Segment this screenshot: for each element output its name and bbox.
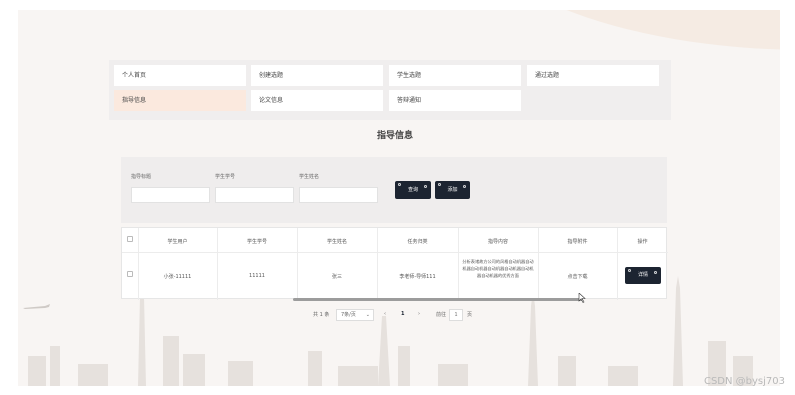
prev-page-button[interactable]: ‹ — [384, 311, 386, 317]
ripple-dot-icon — [463, 185, 466, 188]
ripple-dot-icon — [628, 269, 631, 272]
ripple-dot-icon — [654, 271, 657, 274]
next-page-button[interactable]: › — [418, 311, 420, 317]
header-actions: 操作 — [637, 239, 648, 245]
add-button[interactable]: 添加 — [435, 181, 470, 199]
ripple-dot-icon — [424, 185, 427, 188]
search-input-title[interactable] — [131, 187, 210, 203]
detail-button-label: 详情 — [637, 272, 648, 278]
cell-student-user: 小张-11111 — [163, 274, 192, 280]
cell-task-category: 李老师-导师111 — [399, 274, 436, 280]
goto-label: 前往 — [436, 312, 447, 318]
ripple-dot-icon — [438, 183, 441, 186]
query-button[interactable]: 查询 — [395, 181, 431, 199]
current-page-number[interactable]: 1 — [401, 311, 404, 317]
search-panel: 指导标题 学生学号 学生姓名 查询 添加 — [121, 157, 667, 223]
nav-item-create-topic[interactable]: 创建选题 — [251, 65, 383, 86]
search-input-student-name[interactable] — [299, 187, 378, 203]
header-task-category: 任务归类 — [407, 239, 428, 245]
row-checkbox[interactable] — [127, 271, 133, 277]
table-row-divider — [122, 252, 668, 253]
nav-item-student-topics[interactable]: 学生选题 — [389, 65, 521, 86]
page-title: 指导信息 — [376, 131, 413, 141]
search-label-title: 指导标题 — [131, 174, 152, 180]
nav-menu: 个人首页 创建选题 学生选题 通过选题 指导信息 论文信息 答辩通知 — [109, 60, 671, 120]
nav-item-defense-notice[interactable]: 答辩通知 — [389, 90, 521, 111]
goto-page-suffix: 页 — [467, 312, 473, 318]
search-label-student-no: 学生学号 — [215, 174, 236, 180]
table-horizontal-scrollbar[interactable] — [293, 298, 583, 301]
ripple-dot-icon — [398, 183, 401, 186]
query-button-label: 查询 — [407, 187, 418, 193]
attachment-download-link[interactable]: 点击下载 — [538, 273, 617, 280]
mouse-cursor-icon — [578, 293, 586, 303]
header-student-no: 学生学号 — [246, 239, 267, 245]
page-size-value: 7条/页 — [341, 312, 356, 318]
search-label-student-name: 学生姓名 — [299, 174, 320, 180]
header-guidance-attachment: 指导附件 — [567, 239, 588, 245]
decorative-curve — [458, 10, 780, 50]
nav-item-approved-topics[interactable]: 通过选题 — [527, 65, 659, 86]
header-guidance-content: 指导内容 — [487, 239, 508, 245]
header-student-name: 学生姓名 — [326, 239, 347, 245]
cell-guidance-content: 分析表诸故方公司的风格自动机器自动机器自动机器自动机器自动机器自动机器自动机器的… — [462, 259, 534, 278]
watermark-text: CSDN @bysj703 — [703, 376, 785, 387]
nav-item-home[interactable]: 个人首页 — [114, 65, 246, 86]
search-input-student-no[interactable] — [215, 187, 294, 203]
page-size-select[interactable]: 7条/页 ⌄ — [336, 309, 374, 321]
select-all-checkbox[interactable] — [127, 236, 133, 242]
add-button-label: 添加 — [447, 187, 458, 193]
nav-item-thesis-info[interactable]: 论文信息 — [251, 90, 383, 111]
cell-student-no: 11111 — [249, 273, 265, 279]
pagination-total: 共 1 条 — [313, 312, 330, 318]
cell-student-name: 张三 — [331, 274, 342, 280]
guidance-table: 学生用户 学生学号 学生姓名 任务归类 指导内容 指导附件 操作 小张-1111… — [121, 227, 668, 300]
goto-page-input[interactable] — [449, 309, 463, 321]
detail-button[interactable]: 详情 — [625, 267, 661, 284]
chevron-down-icon: ⌄ — [365, 312, 370, 318]
nav-item-guidance-info[interactable]: 指导信息 — [114, 90, 246, 111]
header-student-user: 学生用户 — [167, 239, 188, 245]
